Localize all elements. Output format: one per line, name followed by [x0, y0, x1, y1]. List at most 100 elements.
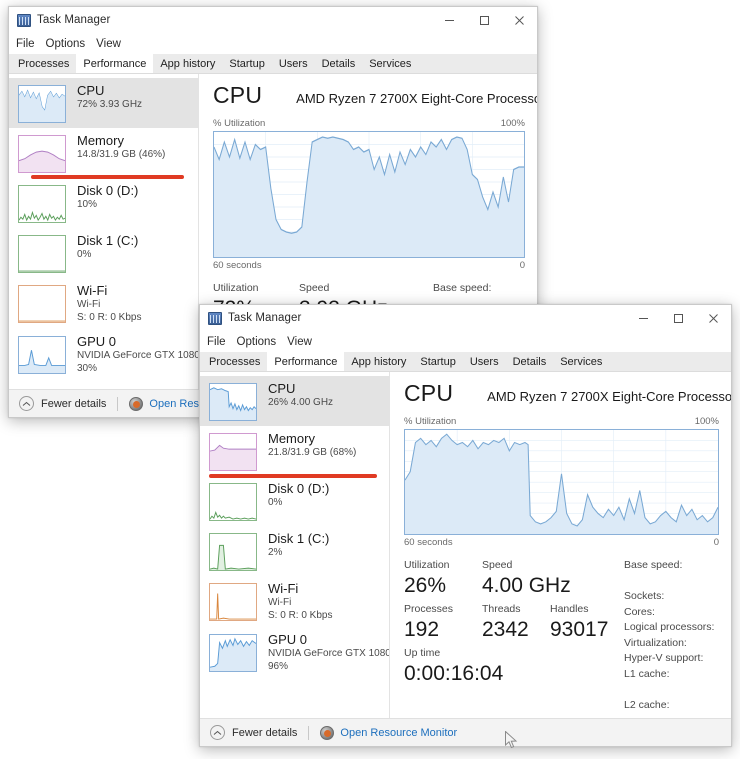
tab-performance[interactable]: Performance: [267, 352, 345, 371]
menu-file[interactable]: File: [16, 38, 42, 50]
tabstrip-front[interactable]: Processes Performance App history Startu…: [200, 352, 731, 372]
sidebar-item-wifi[interactable]: Wi-Fi Wi-Fi S: 0 R: 0 Kbps: [9, 278, 198, 329]
info-key: L1 cache:: [624, 667, 670, 680]
tab-processes[interactable]: Processes: [11, 54, 77, 73]
sidebar-item-cpu[interactable]: CPU 72% 3.93 GHz: [9, 78, 198, 128]
menu-file[interactable]: File: [207, 336, 233, 348]
sidebar-item-text: CPU 72% 3.93 GHz: [77, 83, 142, 111]
sidebar-item-disk1[interactable]: Disk 1 (C:) 0%: [9, 228, 198, 278]
graph-x-label: 60 seconds: [404, 537, 453, 549]
sidebar-item-disk0[interactable]: Disk 0 (D:) 0%: [200, 476, 389, 526]
info-row-l1-cache: L1 cache: 768 KB: [624, 667, 719, 698]
sidebar-item-label: CPU: [77, 83, 105, 98]
open-resource-monitor-link[interactable]: Open Resource Monitor: [340, 727, 457, 739]
tabstrip-filler: [418, 54, 537, 73]
tab-services[interactable]: Services: [553, 352, 610, 371]
wifi-thumb-icon: [18, 285, 66, 323]
minimize-button[interactable]: [626, 305, 661, 331]
info-key: Cores:: [624, 605, 655, 618]
stat-uptime: Up time 0:00:16:04: [404, 646, 503, 687]
stat-value: 93017: [550, 618, 609, 642]
maximize-button[interactable]: [661, 305, 696, 331]
graph-axis-labels: % Utilization 100%: [404, 416, 719, 427]
cpu-model-label: AMD Ryzen 7 2700X Eight-Core Processor: [296, 91, 538, 106]
tab-startup[interactable]: Startup: [413, 352, 463, 371]
graph-y-max: 100%: [500, 118, 525, 129]
tab-performance[interactable]: Performance: [76, 54, 154, 73]
info-row-logical-processors: Logical processors: 16: [624, 620, 719, 636]
stat-label: Processes: [404, 603, 454, 616]
sidebar-item-memory[interactable]: Memory 14.8/31.9 GB (46%): [9, 128, 198, 179]
sidebar-item-sub: Wi-Fi: [268, 597, 292, 608]
window-title: Task Manager: [228, 312, 302, 324]
window-controls-back: [432, 7, 537, 33]
sidebar-item-label: Disk 1 (C:): [268, 531, 330, 546]
disk0-thumb-icon: [209, 483, 257, 521]
titlebar-front[interactable]: Task Manager: [200, 305, 731, 331]
sidebar-item-text: Disk 0 (D:) 0%: [268, 481, 329, 509]
stat-utilization: Utilization 26%: [404, 558, 482, 599]
tab-users[interactable]: Users: [462, 352, 506, 371]
resource-monitor-icon: [320, 725, 335, 740]
page-title: CPU: [404, 380, 454, 406]
sidebar-item-sub: 0%: [268, 497, 283, 508]
wifi-thumb-icon: [209, 583, 257, 621]
menubar-front[interactable]: File Options View: [200, 331, 731, 352]
memory-annotation-underline: [31, 175, 184, 179]
sidebar-front[interactable]: CPU 26% 4.00 GHz Memory 21.8/31.9 GB (68…: [200, 372, 390, 718]
maximize-button[interactable]: [467, 7, 502, 33]
menu-view[interactable]: View: [287, 336, 319, 348]
tab-services[interactable]: Services: [362, 54, 419, 73]
tab-processes[interactable]: Processes: [202, 352, 268, 371]
sidebar-item-label: Disk 0 (D:): [77, 183, 139, 198]
sidebar-item-text: GPU 0 NVIDIA GeForce GTX 1080 30%: [77, 334, 198, 375]
sidebar-item-cpu[interactable]: CPU 26% 4.00 GHz: [200, 376, 389, 426]
sidebar-item-gpu0[interactable]: GPU 0 NVIDIA GeForce GTX 1080 96%: [200, 627, 389, 678]
menu-options[interactable]: Options: [46, 38, 93, 50]
menu-view[interactable]: View: [96, 38, 128, 50]
tab-app-history[interactable]: App history: [344, 352, 414, 371]
stat-label: Utilization: [213, 282, 259, 294]
task-manager-window-front[interactable]: Task Manager File Options View Processes…: [199, 304, 732, 747]
titlebar-back[interactable]: Task Manager: [9, 7, 537, 33]
graph-y-label: % Utilization: [213, 118, 266, 129]
tabstrip-filler: [609, 352, 731, 371]
sidebar-item-disk0[interactable]: Disk 0 (D:) 10%: [9, 178, 198, 228]
sidebar-back[interactable]: CPU 72% 3.93 GHz Memory 14.8/31.9 GB (46…: [9, 74, 199, 389]
tab-details[interactable]: Details: [314, 54, 363, 73]
tabstrip-back[interactable]: Processes Performance App history Startu…: [9, 54, 537, 74]
close-button[interactable]: [502, 7, 537, 33]
info-row-hyperv-support: Hyper-V support: Yes: [624, 651, 719, 667]
chevron-up-icon[interactable]: [19, 396, 34, 411]
sidebar-item-wifi[interactable]: Wi-Fi Wi-Fi S: 0 R: 0 Kbps: [200, 576, 389, 627]
sidebar-item-sub2: 30%: [77, 363, 98, 374]
minimize-button[interactable]: [432, 7, 467, 33]
stat-value: 4.00 GHz: [482, 574, 571, 598]
sidebar-item-sub: 72% 3.93 GHz: [77, 99, 143, 110]
stat-speed: Speed 4.00 GHz: [482, 558, 571, 599]
sidebar-item-disk1[interactable]: Disk 1 (C:) 2%: [200, 526, 389, 576]
menubar-back[interactable]: File Options View: [9, 33, 537, 54]
content-header: CPU AMD Ryzen 7 2700X Eight-Core Process…: [213, 82, 537, 112]
sidebar-item-label: GPU 0: [268, 632, 308, 647]
tab-details[interactable]: Details: [505, 352, 554, 371]
footer-front: Fewer details Open Resource Monitor: [200, 718, 731, 746]
sidebar-item-memory[interactable]: Memory 21.8/31.9 GB (68%): [200, 426, 389, 478]
sidebar-item-gpu0[interactable]: GPU 0 NVIDIA GeForce GTX 1080 30%: [9, 329, 198, 380]
sidebar-item-label: Memory: [268, 431, 315, 446]
tab-users[interactable]: Users: [271, 54, 315, 73]
footer-divider: [117, 396, 119, 411]
menu-options[interactable]: Options: [237, 336, 284, 348]
fewer-details-button[interactable]: Fewer details: [232, 727, 297, 739]
sidebar-item-sub2: 96%: [268, 661, 289, 672]
info-key: Hyper-V support:: [624, 652, 704, 665]
tab-app-history[interactable]: App history: [153, 54, 223, 73]
chevron-up-icon[interactable]: [210, 725, 225, 740]
fewer-details-button[interactable]: Fewer details: [41, 398, 106, 410]
close-button[interactable]: [696, 305, 731, 331]
stat-row-secondary: Processes 192 Threads 2342 Handles 93017: [404, 602, 624, 643]
info-key: Base speed:: [624, 559, 683, 572]
tab-startup[interactable]: Startup: [222, 54, 272, 73]
stat-value: 26%: [404, 574, 447, 598]
cpu-thumb-icon: [209, 383, 257, 421]
